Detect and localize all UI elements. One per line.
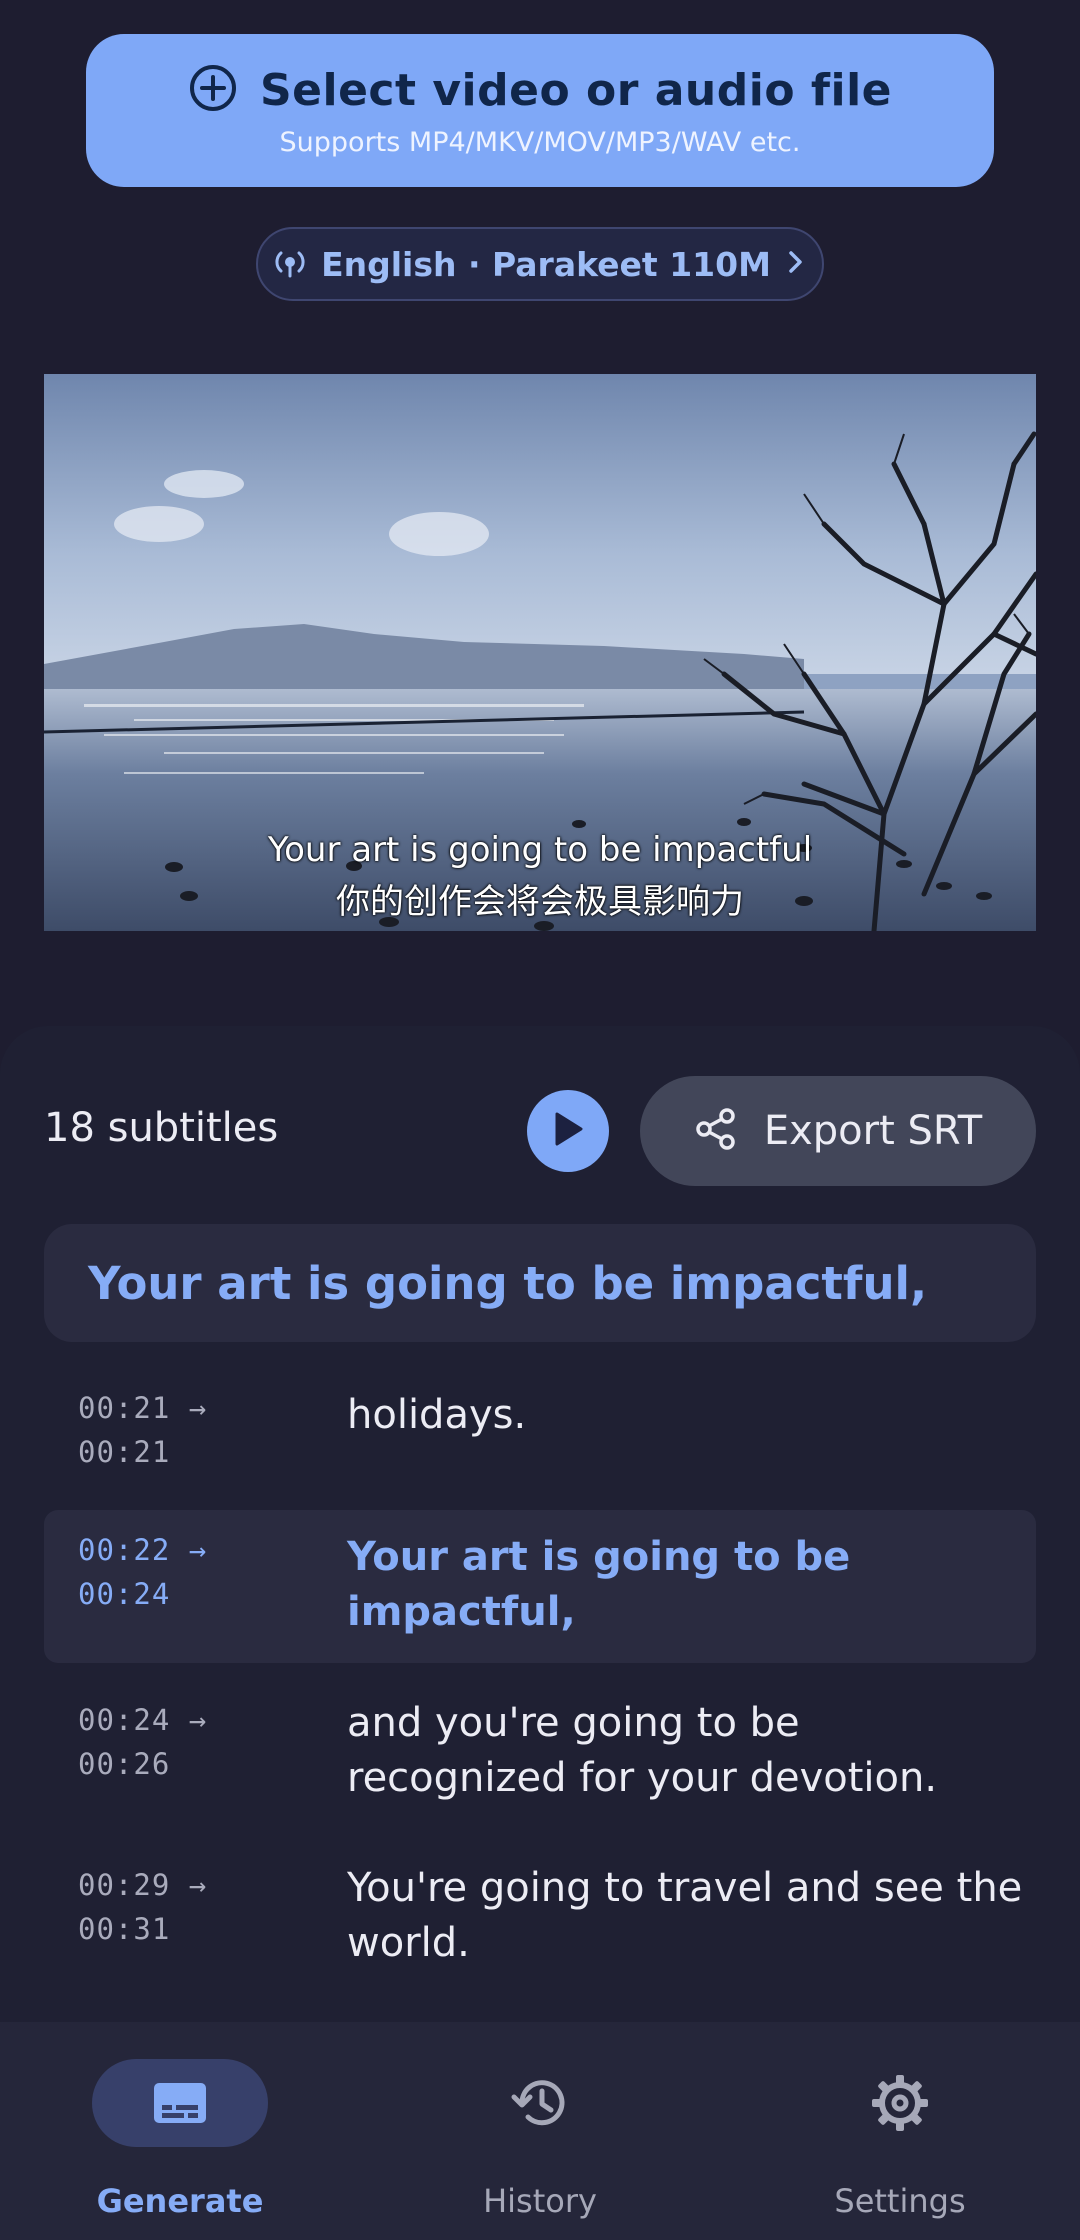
screen: Select video or audio file Supports MP4/…: [0, 0, 1080, 2240]
model-chip-label: English · Parakeet 110M: [321, 244, 771, 284]
nav-generate[interactable]: Generate: [0, 2022, 360, 2240]
nav-history[interactable]: History: [360, 2022, 720, 2240]
subtitle-time: 00:29 → 00:31: [78, 1863, 207, 1951]
chevron-right-icon: [785, 249, 807, 279]
export-srt-label: Export SRT: [763, 1108, 983, 1154]
nav-history-label: History: [483, 2182, 597, 2220]
nav-settings[interactable]: Settings: [720, 2022, 1080, 2240]
model-icon: [273, 245, 307, 283]
subtitle-start: 00:22 →: [78, 1533, 208, 1567]
subtitle-time: 00:22 → 00:24: [78, 1528, 207, 1616]
model-chip[interactable]: English · Parakeet 110M: [256, 227, 824, 301]
select-file-title: Select video or audio file: [259, 64, 893, 116]
current-subtitle: Your art is going to be impactful,: [44, 1224, 1036, 1342]
subtitle-start: 00:29 →: [78, 1868, 208, 1902]
bottom-nav: Generate History Settings: [0, 2022, 1080, 2240]
subtitle-end: 00:24: [78, 1577, 171, 1611]
select-file-button[interactable]: Select video or audio file Supports MP4/…: [86, 34, 994, 187]
current-subtitle-text: Your art is going to be impactful,: [88, 1256, 928, 1310]
nav-generate-label: Generate: [96, 2182, 264, 2220]
subtitle-row[interactable]: 00:24 → 00:26 and you're going to be rec…: [44, 1680, 1036, 1830]
history-icon: [508, 2071, 572, 2135]
subtitle-end: 00:21: [78, 1435, 171, 1469]
subtitle-row[interactable]: 00:21 → 00:21 holidays.: [44, 1372, 1036, 1492]
select-file-subtitle: Supports MP4/MKV/MOV/MP3/WAV etc.: [279, 127, 801, 158]
video-caption-line1: Your art is going to be impactful: [267, 830, 813, 870]
play-button[interactable]: [527, 1090, 609, 1172]
subtitle-start: 00:24 →: [78, 1703, 208, 1737]
nav-settings-label: Settings: [834, 2182, 966, 2220]
export-srt-button[interactable]: Export SRT: [640, 1076, 1036, 1186]
video-preview[interactable]: Your art is going to be impactful 你的创作会将…: [44, 374, 1036, 931]
subtitles-icon: [148, 2071, 212, 2135]
subtitle-time: 00:24 → 00:26: [78, 1698, 207, 1786]
play-icon: [551, 1110, 585, 1152]
gear-icon: [868, 2071, 932, 2135]
subtitle-start: 00:21 →: [78, 1391, 208, 1425]
subtitle-end: 00:31: [78, 1912, 171, 1946]
subtitle-row-active[interactable]: 00:22 → 00:24 Your art is going to be im…: [44, 1510, 1036, 1663]
subtitle-text: You're going to travel and see the world…: [347, 1865, 1023, 1966]
add-circle-icon: [188, 63, 238, 117]
share-icon: [694, 1107, 738, 1155]
subtitle-text: and you're going to be recognized for yo…: [347, 1700, 938, 1801]
subtitle-time: 00:21 → 00:21: [78, 1386, 207, 1474]
select-file-row: Select video or audio file: [188, 63, 892, 117]
subtitle-row[interactable]: 00:29 → 00:31 You're going to travel and…: [44, 1845, 1036, 1995]
subtitle-text: Your art is going to be impactful,: [347, 1534, 851, 1635]
subtitle-end: 00:26: [78, 1747, 171, 1781]
video-caption-line2: 你的创作会将会极具影响力: [336, 882, 744, 922]
subtitle-text: holidays.: [347, 1392, 527, 1438]
subtitle-count: 18 subtitles: [44, 1105, 279, 1151]
